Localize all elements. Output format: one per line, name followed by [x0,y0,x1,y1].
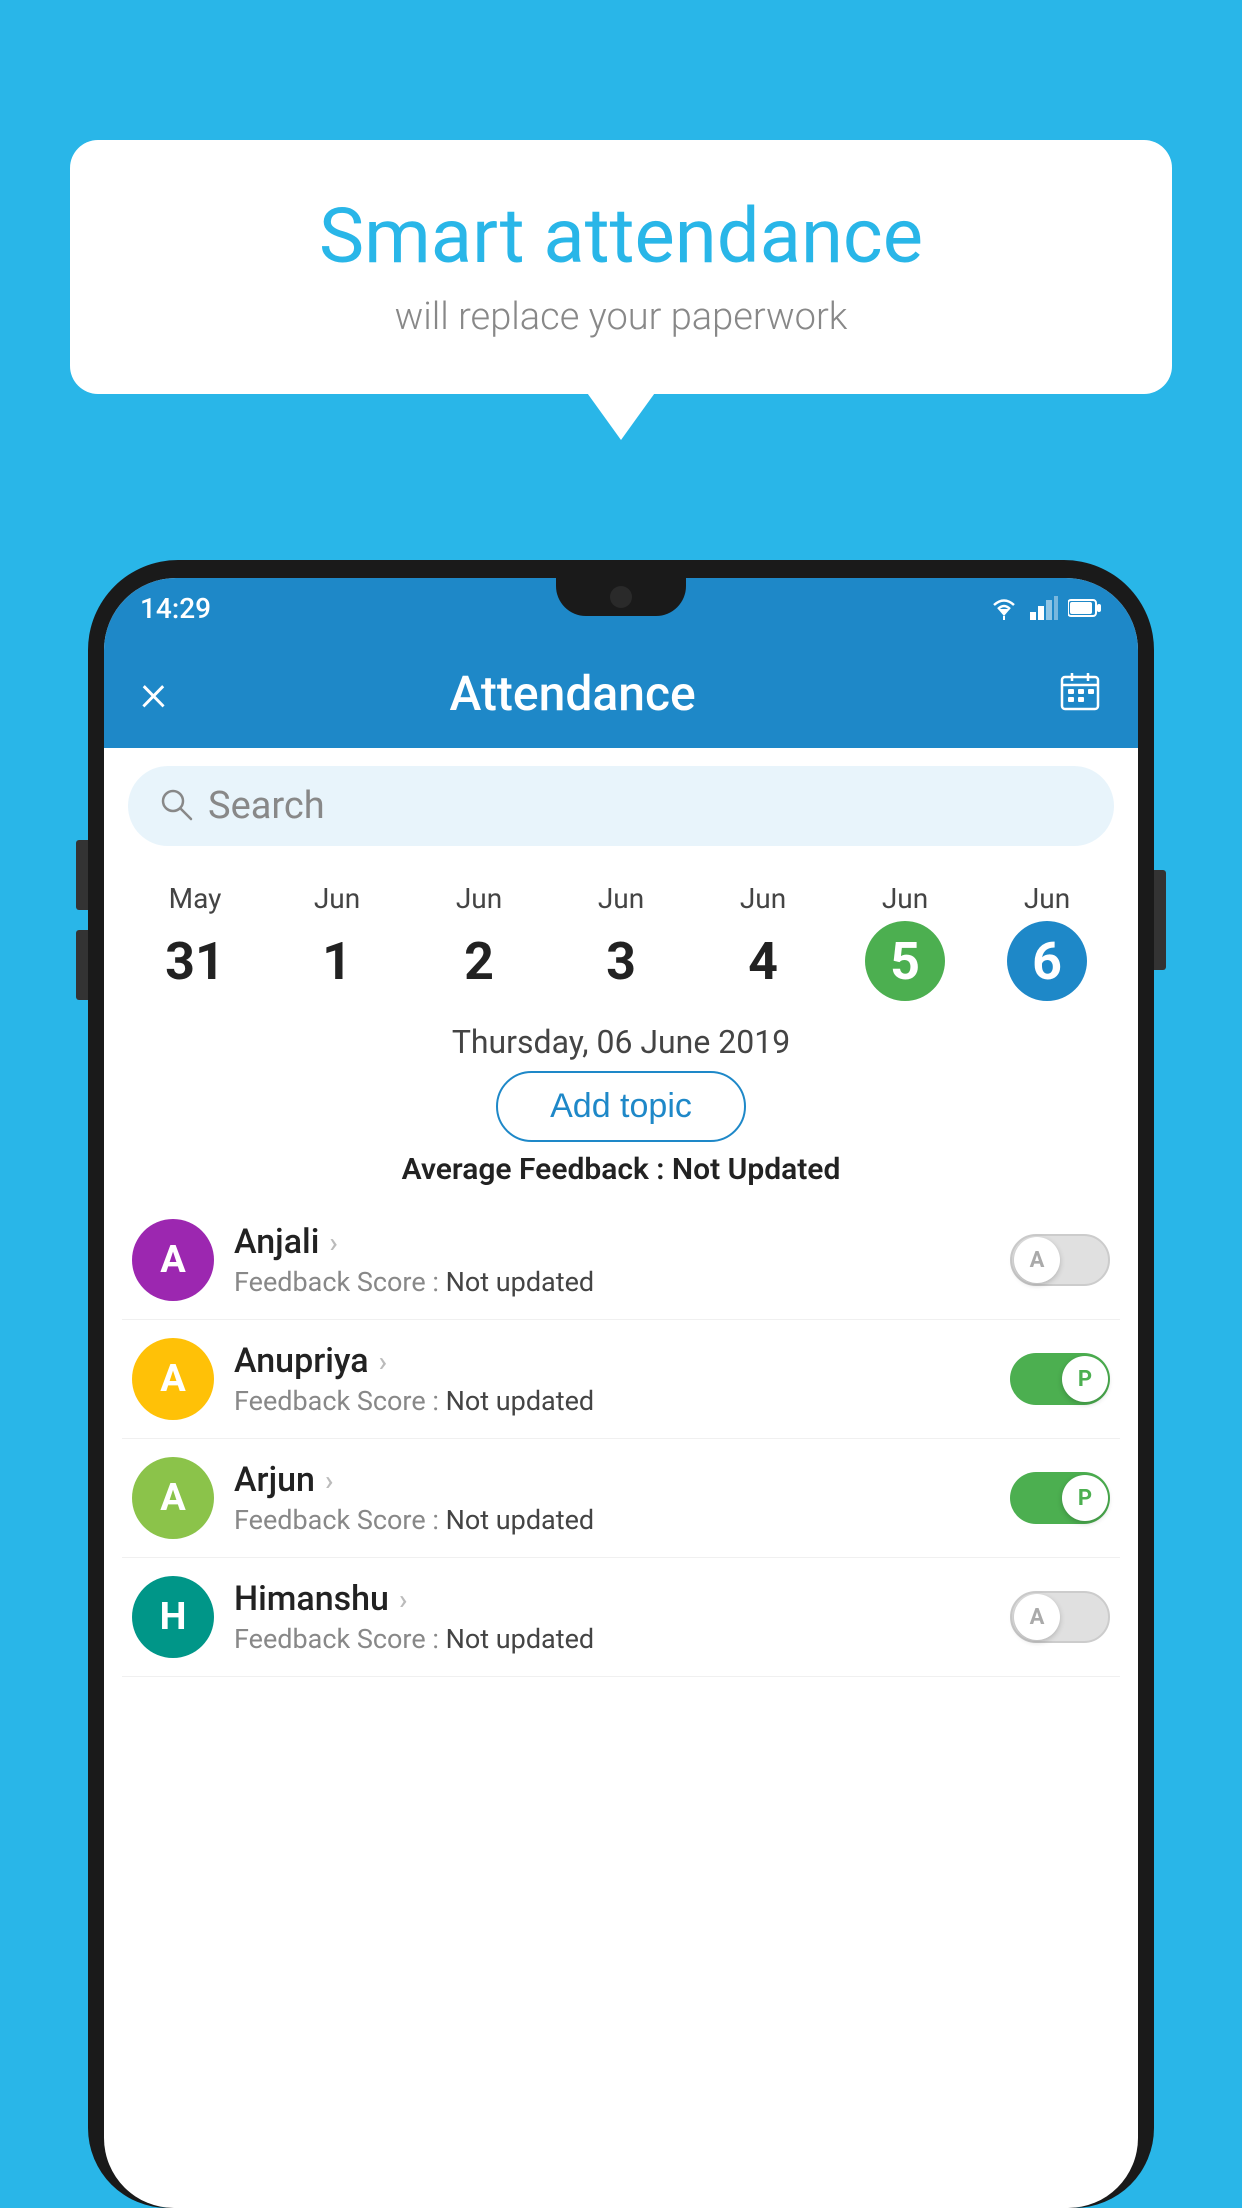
phone-screen: 14:29 [104,578,1138,2208]
status-bar: 14:29 [104,578,1138,638]
attendance-toggle[interactable]: A [1010,1591,1110,1643]
date-number[interactable]: 5 [865,921,945,1001]
student-name: Arjun › [234,1460,990,1500]
date-col[interactable]: Jun 5 [834,882,976,1001]
close-button[interactable]: × [140,667,167,719]
avatar: A [132,1457,214,1539]
attendance-toggle[interactable]: A [1010,1234,1110,1286]
toggle-knob: A [1014,1594,1060,1640]
avatar: A [132,1338,214,1420]
volume-down-button [76,930,88,1000]
date-number[interactable]: 31 [155,921,235,1001]
student-info: Anupriya › Feedback Score : Not updated [234,1341,990,1417]
date-number[interactable]: 1 [297,921,377,1001]
student-row[interactable]: A Arjun › Feedback Score : Not updated P [122,1439,1120,1558]
date-month: Jun [598,882,644,915]
chevron-right-icon: › [329,1226,337,1259]
date-col[interactable]: Jun 2 [408,882,550,1001]
avatar: A [132,1219,214,1301]
search-input[interactable]: Search [208,784,325,828]
app-bar: × Attendance [104,638,1138,748]
student-row[interactable]: A Anjali › Feedback Score : Not updated A [122,1201,1120,1320]
attendance-toggle[interactable]: P [1010,1353,1110,1405]
student-name: Anupriya › [234,1341,990,1381]
student-info: Arjun › Feedback Score : Not updated [234,1460,990,1536]
add-topic-button[interactable]: Add topic [496,1071,746,1142]
date-col[interactable]: Jun 6 [976,882,1118,1001]
search-bar[interactable]: Search [128,766,1114,846]
date-number[interactable]: 6 [1007,921,1087,1001]
calendar-button[interactable] [1058,669,1102,717]
date-col[interactable]: Jun 1 [266,882,408,1001]
student-info: Himanshu › Feedback Score : Not updated [234,1579,990,1655]
bubble-title: Smart attendance [130,195,1112,279]
search-icon [158,786,194,826]
toggle-switch[interactable]: P [1010,1472,1110,1524]
student-row[interactable]: H Himanshu › Feedback Score : Not updated A [122,1558,1120,1677]
phone-frame: 14:29 [88,560,1154,2208]
wifi-icon [988,596,1020,620]
speech-bubble: Smart attendance will replace your paper… [70,140,1172,394]
date-month: Jun [882,882,928,915]
date-col[interactable]: Jun 4 [692,882,834,1001]
volume-up-button [76,840,88,910]
chevron-right-icon: › [399,1583,407,1616]
toggle-switch[interactable]: A [1010,1234,1110,1286]
date-month: May [169,882,222,915]
notch [556,578,686,616]
date-col[interactable]: May 31 [124,882,266,1001]
power-button [1154,870,1166,970]
student-list: AAnjali ›Feedback Score : Not updatedAAA… [104,1201,1138,1677]
chevron-right-icon: › [325,1464,333,1497]
student-row[interactable]: A Anupriya › Feedback Score : Not updated P [122,1320,1120,1439]
toggle-knob: P [1062,1356,1108,1402]
signal-icon [1030,596,1058,620]
app-title: Attendance [197,665,948,722]
student-info: Anjali › Feedback Score : Not updated [234,1222,990,1298]
camera [610,586,632,608]
battery-icon [1068,598,1102,618]
date-month: Jun [456,882,502,915]
date-strip: May 31 Jun 1 Jun 2 Jun 3 Jun 4 Jun 5 Jun 6 [104,864,1138,1011]
bubble-subtitle: will replace your paperwork [130,295,1112,339]
selected-date-label: Thursday, 06 June 2019 [104,1023,1138,1061]
speech-bubble-container: Smart attendance will replace your paper… [70,140,1172,394]
status-time: 14:29 [140,592,211,625]
date-number[interactable]: 2 [439,921,519,1001]
feedback-score: Feedback Score : Not updated [234,1623,990,1655]
student-name: Himanshu › [234,1579,990,1619]
toggle-switch[interactable]: A [1010,1591,1110,1643]
avatar: H [132,1576,214,1658]
feedback-score: Feedback Score : Not updated [234,1266,990,1298]
date-month: Jun [740,882,786,915]
date-number[interactable]: 4 [723,921,803,1001]
feedback-score: Feedback Score : Not updated [234,1504,990,1536]
toggle-knob: A [1014,1237,1060,1283]
date-month: Jun [1024,882,1070,915]
chevron-right-icon: › [379,1345,387,1378]
toggle-knob: P [1062,1475,1108,1521]
attendance-toggle[interactable]: P [1010,1472,1110,1524]
feedback-score: Feedback Score : Not updated [234,1385,990,1417]
status-icons [988,596,1102,620]
avg-feedback: Average Feedback : Not Updated [104,1152,1138,1187]
toggle-switch[interactable]: P [1010,1353,1110,1405]
date-number[interactable]: 3 [581,921,661,1001]
student-name: Anjali › [234,1222,990,1262]
date-col[interactable]: Jun 3 [550,882,692,1001]
date-month: Jun [314,882,360,915]
